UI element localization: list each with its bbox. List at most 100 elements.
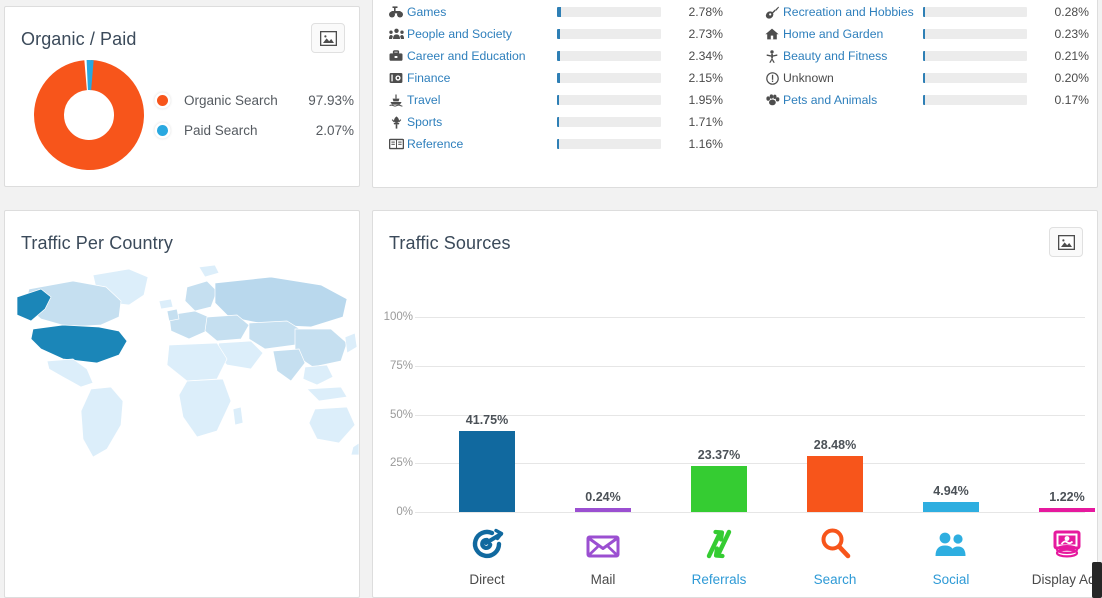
category-bar-fill <box>923 95 925 105</box>
organic-paid-title: Organic / Paid <box>21 29 137 49</box>
category-bar-fill <box>557 51 560 61</box>
traffic-source-value-label: 1.22% <box>1049 490 1085 504</box>
traffic-source-bar <box>691 466 747 512</box>
category-bar-fill <box>923 73 925 83</box>
traffic-per-country-panel: Traffic Per Country <box>4 210 360 598</box>
category-percent: 0.20% <box>1054 71 1089 85</box>
category-percent: 1.71% <box>688 115 723 129</box>
category-bar-track <box>557 51 661 61</box>
legend-color-dot <box>157 94 168 106</box>
guitar-icon <box>761 6 783 19</box>
traffic-source-label[interactable]: Referrals <box>692 572 747 587</box>
category-row[interactable]: Unknown 0.20% <box>761 67 1091 89</box>
traffic-source-value-label: 41.75% <box>465 412 509 427</box>
y-axis-tick-label: 0% <box>396 506 413 518</box>
exclamation-circle-icon <box>761 71 783 85</box>
category-name[interactable]: Pets and Animals <box>783 93 923 107</box>
traffic-source-bar-column: 1.22% Display Ads <box>1009 211 1102 598</box>
category-name[interactable]: Sports <box>407 115 557 129</box>
category-bar-track <box>557 29 661 39</box>
category-row[interactable]: Reference 1.16% <box>385 133 725 155</box>
category-bar-track <box>923 29 1027 39</box>
category-bar-fill <box>923 51 925 61</box>
export-image-button-organic-paid[interactable] <box>311 23 345 53</box>
display-ad-icon <box>1050 529 1084 559</box>
briefcase-icon <box>385 50 407 62</box>
category-bar-fill <box>557 95 560 105</box>
category-name[interactable]: Beauty and Fitness <box>783 49 923 63</box>
category-row[interactable]: Beauty and Fitness 0.21% <box>761 45 1091 67</box>
category-bar-track <box>923 7 1027 17</box>
category-bar-track <box>923 95 1027 105</box>
legend-color-dot <box>157 124 168 136</box>
categories-right-column: Recreation and Hobbies 0.28% Home and Gard… <box>761 1 1091 111</box>
categories-left-column: Games 2.78% People and Society 2.73% Career … <box>385 1 725 155</box>
traffic-source-bar-column: 4.94% Social <box>893 211 1009 598</box>
category-bar-track <box>557 117 661 127</box>
category-name[interactable]: Reference <box>407 137 557 151</box>
category-name[interactable]: Finance <box>407 71 557 85</box>
category-row[interactable]: Finance 2.15% <box>385 67 725 89</box>
legend-value: 97.93% <box>308 92 354 108</box>
category-row[interactable]: Home and Garden 0.23% <box>761 23 1091 45</box>
category-percent: 2.15% <box>688 71 723 85</box>
category-row[interactable]: Career and Education 2.34% <box>385 45 725 67</box>
traffic-source-bar-column: 0.24% Mail <box>545 211 661 598</box>
category-row[interactable]: Recreation and Hobbies 0.28% <box>761 1 1091 23</box>
traffic-source-bar-column: 28.48% Search <box>777 211 893 598</box>
traffic-source-bar-column: 23.37% Referrals <box>661 211 777 598</box>
category-bar-fill <box>557 7 561 17</box>
category-percent: 0.28% <box>1054 5 1089 19</box>
category-row[interactable]: Games 2.78% <box>385 1 725 23</box>
category-percent: 2.78% <box>688 5 723 19</box>
traffic-source-bar-column: 41.75% Direct <box>429 211 545 598</box>
world-map[interactable] <box>11 259 359 459</box>
category-name[interactable]: Travel <box>407 93 557 107</box>
traffic-source-value-label: 0.24% <box>585 490 621 504</box>
y-axis-tick-label: 25% <box>389 457 413 470</box>
magnifier-icon <box>819 527 851 559</box>
ship-icon <box>385 94 407 107</box>
traffic-source-bar <box>807 456 863 512</box>
traffic-source-bar <box>575 508 631 512</box>
traffic-source-bar <box>923 502 979 512</box>
traffic-source-value-label: 4.94% <box>933 484 969 499</box>
category-name[interactable]: Career and Education <box>407 49 557 63</box>
category-row[interactable]: Sports 1.71% <box>385 111 725 133</box>
two-people-icon <box>933 531 969 559</box>
category-bar-fill <box>557 73 560 83</box>
traffic-sources-panel: Traffic Sources 0% 25% 50% 75% 100% 41.75% Dir… <box>372 210 1102 598</box>
category-percent: 2.34% <box>688 49 723 63</box>
category-row[interactable]: Travel 1.95% <box>385 89 725 111</box>
scrollbar-thumb[interactable] <box>1092 562 1102 598</box>
category-bar-fill <box>557 29 561 39</box>
categories-panel: Games 2.78% People and Society 2.73% Career … <box>372 0 1098 188</box>
organic-paid-legend: Organic Search 97.93% Paid Search 2.07% <box>157 85 354 145</box>
traffic-source-value-label: 28.48% <box>813 438 857 453</box>
category-name: Unknown <box>783 71 834 85</box>
category-bar-fill <box>557 117 560 127</box>
traffic-source-bar <box>1039 508 1095 512</box>
traffic-sources-chart: 0% 25% 50% 75% 100% 41.75% Direct 0.24% Mail 23.3… <box>373 211 1102 598</box>
traffic-source-label[interactable]: Social <box>933 572 970 587</box>
category-bar-fill <box>923 7 925 17</box>
house-icon <box>761 28 783 40</box>
category-name[interactable]: Games <box>407 5 557 19</box>
category-row[interactable]: Pets and Animals 0.17% <box>761 89 1091 111</box>
category-row[interactable]: People and Society 2.73% <box>385 23 725 45</box>
category-percent: 0.17% <box>1054 93 1089 107</box>
open-book-icon <box>385 138 407 150</box>
traffic-per-country-title: Traffic Per Country <box>21 233 173 253</box>
traffic-source-label: Mail <box>590 572 616 587</box>
category-percent: 1.95% <box>688 93 723 107</box>
category-name[interactable]: People and Society <box>407 27 557 41</box>
category-name[interactable]: Home and Garden <box>783 27 923 41</box>
game-controller-icon <box>385 6 407 18</box>
traffic-source-value-label: 23.37% <box>697 448 741 463</box>
y-axis-tick-label: 100% <box>383 311 413 323</box>
category-bar-track <box>557 95 661 105</box>
legend-label: Paid Search <box>184 122 258 138</box>
category-name[interactable]: Recreation and Hobbies <box>783 5 923 19</box>
category-bar-track <box>923 73 1027 83</box>
traffic-source-label[interactable]: Search <box>814 572 857 587</box>
